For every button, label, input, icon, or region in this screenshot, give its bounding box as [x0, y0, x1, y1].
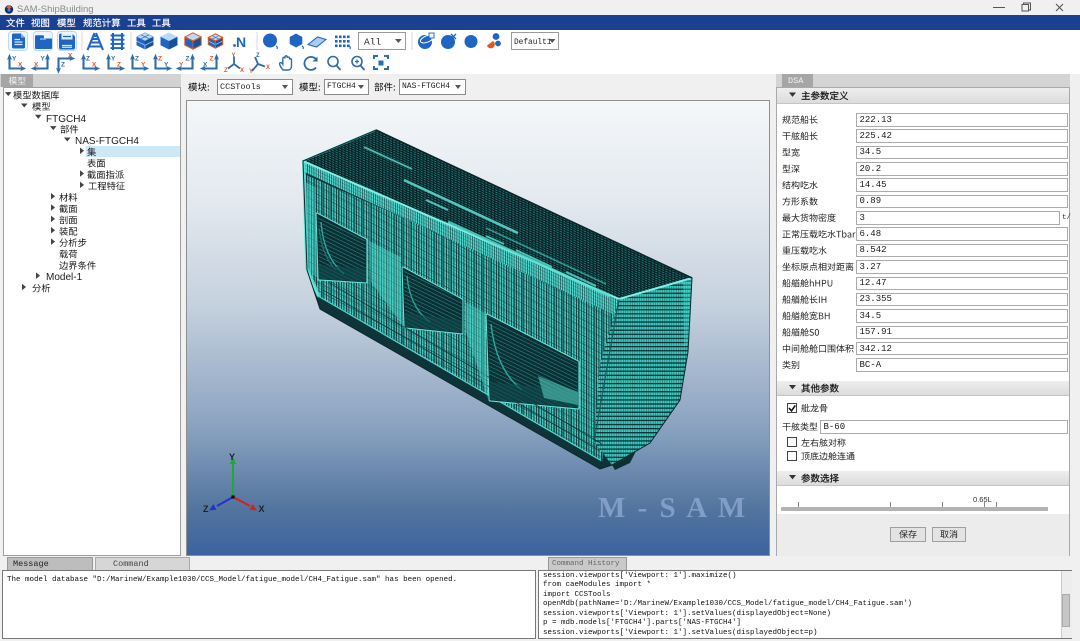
svg-text:Y: Y	[179, 62, 184, 69]
svg-text:X: X	[92, 62, 97, 69]
svg-text:M - S A M: M - S A M	[598, 492, 748, 524]
svg-text:X: X	[240, 68, 244, 74]
svg-text:Z: Z	[135, 56, 139, 63]
svg-text:Z: Z	[158, 56, 162, 63]
svg-text:Y: Y	[12, 56, 17, 63]
svg-text:X: X	[203, 62, 208, 69]
svg-text:Z: Z	[203, 504, 209, 514]
svg-text:Z: Z	[224, 68, 228, 74]
svg-text:Y: Y	[232, 53, 236, 59]
svg-text:All: All	[364, 37, 381, 48]
svg-text:X: X	[34, 62, 39, 69]
svg-text:Z: Z	[86, 56, 90, 63]
svg-text:N: N	[236, 34, 246, 50]
svg-text:Z: Z	[117, 62, 121, 69]
svg-text:Y: Y	[164, 62, 169, 69]
svg-text:X: X	[266, 65, 270, 71]
svg-text:X: X	[18, 62, 23, 69]
svg-text:Default1: Default1	[514, 39, 552, 47]
svg-text:Y: Y	[249, 69, 253, 74]
svg-text:Z: Z	[61, 62, 65, 69]
svg-text:Y: Y	[111, 56, 116, 63]
svg-text:Y: Y	[229, 452, 235, 462]
svg-text:Y: Y	[141, 62, 146, 69]
svg-text:Y: Y	[41, 56, 46, 63]
svg-text:X: X	[259, 504, 265, 514]
svg-text:X: X	[68, 53, 73, 60]
svg-text:Z: Z	[186, 56, 190, 63]
svg-text:Z: Z	[210, 56, 214, 63]
svg-text:Z: Z	[256, 53, 260, 59]
